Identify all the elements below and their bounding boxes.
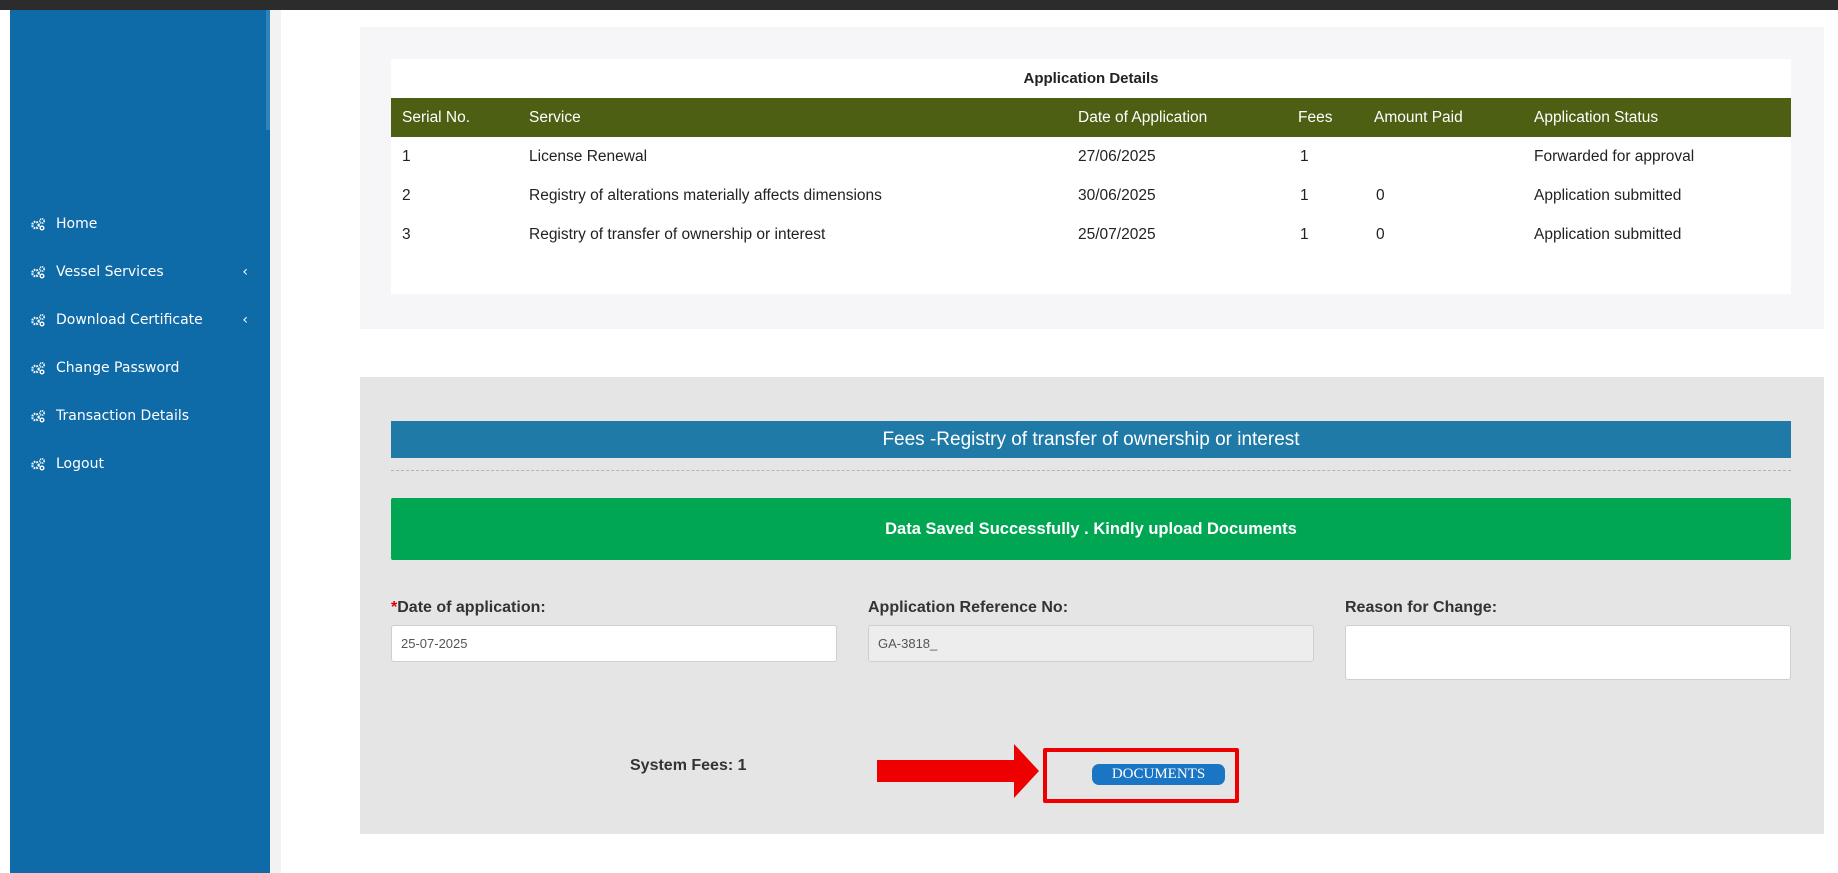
sidebar-item-vessel-services[interactable]: Vessel Services ‹ xyxy=(10,248,270,296)
chevron-left-icon[interactable]: ‹ xyxy=(242,312,248,328)
date-label-text: Date of application: xyxy=(397,599,546,616)
column-header: Amount Paid xyxy=(1374,109,1463,126)
cogs-icon xyxy=(30,457,50,471)
table-caption: Application Details xyxy=(1023,70,1159,87)
cogs-icon xyxy=(30,313,50,327)
column-header: Fees xyxy=(1298,109,1333,126)
application-details-table: Application Details Serial No. Service D… xyxy=(391,59,1791,294)
date-of-application-input[interactable]: 25-07-2025 xyxy=(391,625,837,662)
table-cell: 25/07/2025 xyxy=(1078,226,1156,243)
application-reference-input[interactable]: GA-3818_ xyxy=(868,625,1314,662)
table-row: 1 License Renewal 27/06/2025 1 Forwarded… xyxy=(391,137,1791,176)
cogs-icon xyxy=(30,409,50,423)
sidebar-item-download-certificate[interactable]: Download Certificate ‹ xyxy=(10,296,270,344)
sidebar-item-label: Download Certificate xyxy=(56,312,203,328)
date-of-application-label: *Date of application: xyxy=(391,599,546,617)
sidebar-item-label: Change Password xyxy=(56,360,180,376)
table-cell: 1 xyxy=(1300,226,1309,243)
table-cell: 0 xyxy=(1376,187,1385,204)
table-cell: 3 xyxy=(402,226,411,243)
sidebar-item-change-password[interactable]: Change Password xyxy=(10,344,270,392)
table-cell: Application submitted xyxy=(1534,187,1682,204)
table-cell: 1 xyxy=(1300,148,1309,165)
cogs-icon xyxy=(30,265,50,279)
sidebar-nav: Home Vessel Services ‹ Download Certific… xyxy=(10,200,270,488)
column-header: Serial No. xyxy=(402,109,471,126)
sidebar-item-logout[interactable]: Logout xyxy=(10,440,270,488)
chevron-left-icon[interactable]: ‹ xyxy=(242,264,248,280)
table-cell: 0 xyxy=(1376,226,1385,243)
cogs-icon xyxy=(30,217,50,231)
table-cell: Registry of transfer of ownership or int… xyxy=(529,226,826,243)
top-bar xyxy=(0,0,1838,10)
system-fees-text: System Fees: 1 xyxy=(630,757,747,774)
table-header: Serial No. Service Date of Application F… xyxy=(391,98,1791,137)
red-arrow-annotation xyxy=(877,744,1039,798)
table-cell: 2 xyxy=(402,187,411,204)
fees-form-title: Fees -Registry of transfer of ownership … xyxy=(391,421,1791,458)
sidebar-item-home[interactable]: Home xyxy=(10,200,270,248)
table-cell: Application submitted xyxy=(1534,226,1682,243)
table-cell: 1 xyxy=(1300,187,1309,204)
sidebar-gutter xyxy=(270,10,281,873)
window-left-edge xyxy=(0,10,10,873)
column-header: Service xyxy=(529,109,581,126)
table-cell: Forwarded for approval xyxy=(1534,148,1695,165)
sidebar-item-label: Vessel Services xyxy=(56,264,164,280)
table-row: 2 Registry of alterations materially aff… xyxy=(391,176,1791,215)
divider xyxy=(391,470,1791,471)
table-cell: 30/06/2025 xyxy=(1078,187,1156,204)
column-header: Date of Application xyxy=(1078,109,1208,126)
table-cell: 1 xyxy=(402,148,411,165)
documents-button[interactable]: DOCUMENTS xyxy=(1092,764,1225,785)
reason-for-change-label: Reason for Change: xyxy=(1345,599,1498,616)
sidebar-item-label: Transaction Details xyxy=(56,408,190,424)
sidebar-item-label: Home xyxy=(56,216,98,232)
sidebar-item-label: Logout xyxy=(56,456,104,472)
reason-for-change-textarea[interactable] xyxy=(1345,625,1791,680)
table-cell: 27/06/2025 xyxy=(1078,148,1156,165)
column-header: Application Status xyxy=(1534,109,1659,126)
table-cell: Registry of alterations materially affec… xyxy=(529,187,882,204)
table-cell: License Renewal xyxy=(529,148,648,165)
cogs-icon xyxy=(30,361,50,375)
sidebar-item-transaction-details[interactable]: Transaction Details xyxy=(10,392,270,440)
table-row: 3 Registry of transfer of ownership or i… xyxy=(391,215,1791,254)
success-alert: Data Saved Successfully . Kindly upload … xyxy=(391,498,1791,560)
application-reference-label: Application Reference No: xyxy=(868,599,1069,616)
